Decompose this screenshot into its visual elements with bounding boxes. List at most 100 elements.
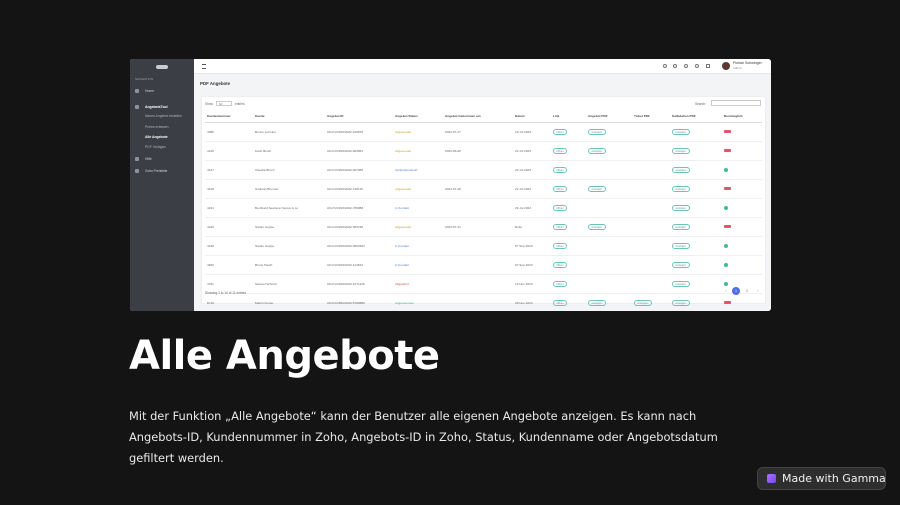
cell-gekommen: 2023-06-06: [443, 141, 513, 161]
table-header: Kundennummer Kunde Angebot ID Angebot Statu…: [205, 110, 762, 123]
cell-kundennummer: 4128: [205, 179, 253, 199]
ticket-pdf-button[interactable]: anzeigen: [634, 299, 652, 307]
cell-kunde: Samuel Schmitt: [253, 274, 325, 294]
pagination-page[interactable]: 1: [732, 287, 740, 295]
cell-kundennummer: 4127: [205, 160, 253, 180]
column-header[interactable]: Link: [551, 110, 586, 123]
sidebar-item[interactable]: Hilfe: [130, 155, 194, 163]
cell-angebot-id: AN-FV/2023/2022-748116: [325, 179, 393, 199]
kalkulation-pdf-button[interactable]: anzeigen: [672, 242, 690, 250]
link-button[interactable]: öffnen: [553, 185, 568, 193]
cell-gekommen: [443, 236, 513, 256]
link-cell: öffnen: [551, 217, 586, 237]
angebot-pdf-button[interactable]: anzeigen: [588, 147, 606, 155]
settings-icon[interactable]: [684, 64, 688, 68]
entries-label: entries: [235, 102, 245, 106]
pagination-page[interactable]: 2: [743, 287, 751, 295]
sidebar-item[interactable]: PDF Vorlagen: [130, 143, 194, 151]
search-input[interactable]: [711, 100, 761, 106]
cell-kundennummer: 4086: [205, 122, 253, 142]
sidebar-item-label: Zoho Preisliste: [145, 169, 168, 173]
link-button[interactable]: öffnen: [553, 223, 568, 231]
app-logo: [156, 65, 168, 69]
column-header[interactable]: Angebot Gekommen am: [443, 110, 513, 123]
fullscreen-icon[interactable]: [706, 64, 710, 68]
kalkulation-pdf-button[interactable]: anzeigen: [672, 128, 690, 136]
refresh-icon[interactable]: [663, 64, 667, 68]
column-header[interactable]: Angebot PDF: [586, 110, 632, 123]
search-icon[interactable]: [673, 64, 677, 68]
column-header[interactable]: Kundennummer: [205, 110, 253, 123]
link-cell: öffnen: [551, 122, 586, 142]
pagination-prev[interactable]: ‹: [722, 287, 730, 295]
sidebar-item[interactable]: Zoho Preisliste: [130, 167, 194, 175]
cell-datum: 22 Jul 2023: [513, 179, 551, 199]
angebot-pdf-button[interactable]: anzeigen: [588, 128, 606, 136]
status-indicator: [724, 186, 731, 191]
kalkulation-pdf-button[interactable]: anzeigen: [672, 185, 690, 193]
cell-kunde: Andreas Brunner: [253, 179, 325, 199]
column-header[interactable]: Angebot Status: [393, 110, 443, 123]
table-row: 4127 Claudia Bruch AN-FV/2023/2022-007960 V…: [205, 160, 762, 180]
cell-angebot-id: AN-FV/2023/2023-0652462: [325, 236, 393, 256]
pagination-next[interactable]: ›: [754, 287, 762, 295]
angebot-pdf-button[interactable]: anzeigen: [588, 185, 606, 193]
menu-icon[interactable]: [202, 64, 206, 69]
table-row: 4086 Benne Lehmler AN-FV/2023/2022-010876 a…: [205, 122, 762, 142]
status-indicator: [724, 262, 728, 267]
status-indicator: [724, 148, 731, 153]
made-with-gamma-badge[interactable]: Made with Gamma: [757, 467, 886, 490]
link-button[interactable]: öffnen: [553, 280, 568, 288]
link-button[interactable]: öffnen: [553, 299, 568, 307]
link-button[interactable]: öffnen: [553, 204, 568, 212]
sidebar-item-icon: [135, 105, 139, 109]
column-header[interactable]: Bestmöglich: [722, 110, 762, 123]
sidebar-item[interactable]: Neues Angebot erstellen: [130, 112, 194, 120]
kalkulation-pdf-cell: anzeigen: [670, 122, 722, 142]
sidebar-item[interactable]: Preise erfassen: [130, 123, 194, 131]
table-info: Showing 1 to 10 of 11 entries: [205, 291, 247, 295]
kalkulation-pdf-button[interactable]: anzeigen: [672, 261, 690, 269]
avatar[interactable]: [722, 62, 730, 70]
column-header[interactable]: Datum: [513, 110, 551, 123]
angebot-pdf-button[interactable]: anzeigen: [588, 223, 606, 231]
kalkulation-pdf-button[interactable]: anzeigen: [672, 299, 690, 307]
sidebar-item-icon: [135, 169, 139, 173]
column-header[interactable]: Angebot ID: [325, 110, 393, 123]
kalkulation-pdf-button[interactable]: anzeigen: [672, 280, 690, 288]
table-row: 4448 Stefan Guppe AN-FV/2023/2023-0652462 i…: [205, 236, 762, 256]
sidebar-item-label: Home: [145, 89, 155, 93]
sidebar-item[interactable]: Home: [130, 87, 194, 95]
angebot-pdf-cell: [586, 274, 632, 294]
kalkulation-pdf-cell: anzeigen: [670, 160, 722, 180]
cell-angebot-id: AN-FV/2023/2022-007960: [325, 160, 393, 180]
sidebar-item[interactable]: AngebotsTool: [130, 103, 194, 111]
cell-kunde: Stefan Guppe: [253, 217, 325, 237]
column-header[interactable]: Ticket PDF: [632, 110, 670, 123]
kalkulation-pdf-button[interactable]: anzeigen: [672, 204, 690, 212]
table-row: 4224 Bernhard Seeberer Nexus & co AN-FV/20…: [205, 198, 762, 218]
entries-select[interactable]: 10: [216, 101, 232, 106]
link-button[interactable]: öffnen: [553, 147, 568, 155]
column-header[interactable]: Kunde: [253, 110, 325, 123]
kalkulation-pdf-button[interactable]: anzeigen: [672, 147, 690, 155]
link-button[interactable]: öffnen: [553, 261, 568, 269]
cell-kunde: Martin Kunke: [253, 293, 325, 311]
column-header[interactable]: Kalkulation PDF: [670, 110, 722, 123]
cell-datum: 28 Nov 2023: [513, 293, 551, 311]
ticket-pdf-cell: [632, 160, 670, 180]
link-button[interactable]: öffnen: [553, 128, 568, 136]
kalkulation-pdf-button[interactable]: anzeigen: [672, 166, 690, 174]
theme-icon[interactable]: [695, 64, 699, 68]
ticket-pdf-cell: [632, 236, 670, 256]
kalkulation-pdf-cell: anzeigen: [670, 141, 722, 161]
link-cell: öffnen: [551, 198, 586, 218]
cell-kundennummer: 4446: [205, 217, 253, 237]
angebot-pdf-cell: [586, 160, 632, 180]
kalkulation-pdf-button[interactable]: anzeigen: [672, 223, 690, 231]
link-button[interactable]: öffnen: [553, 242, 568, 250]
angebot-pdf-button[interactable]: anzeigen: [588, 299, 606, 307]
link-button[interactable]: öffnen: [553, 166, 568, 174]
table-row: 4446 Stefan Guppe AN-FV/2023/2022-352196 ab…: [205, 217, 762, 237]
sidebar-item[interactable]: Alle Angebote: [130, 133, 194, 141]
